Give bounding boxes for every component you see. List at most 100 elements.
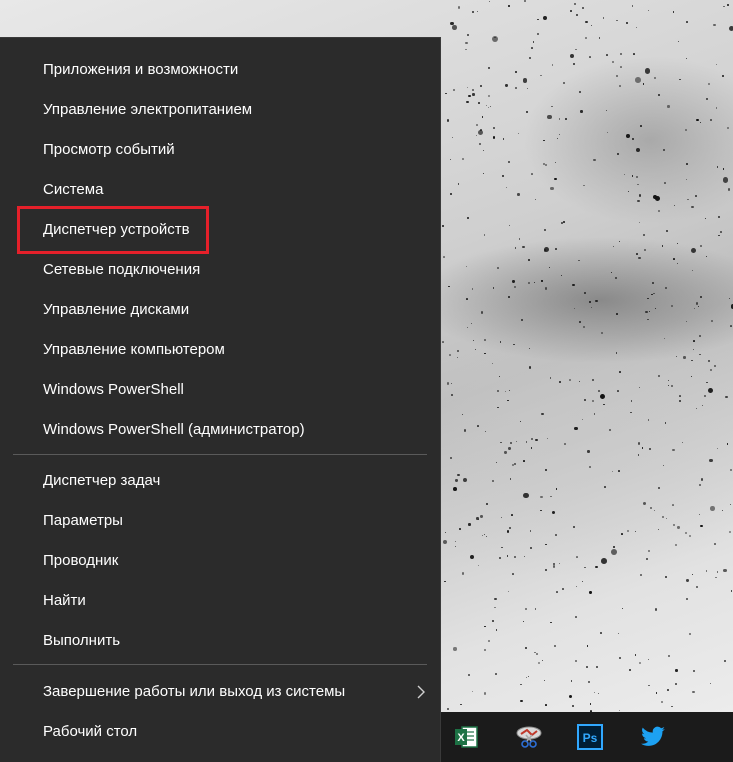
- menu-item-task-manager[interactable]: Диспетчер задач: [0, 461, 440, 501]
- wallpaper-star: [671, 503, 674, 506]
- wallpaper-star: [515, 441, 517, 443]
- menu-item-shutdown-signout[interactable]: Завершение работы или выход из системы: [0, 672, 440, 712]
- menu-item-powershell[interactable]: Windows PowerShell: [0, 370, 440, 410]
- menu-item-event-viewer[interactable]: Просмотр событий: [0, 130, 440, 170]
- wallpaper-star: [468, 523, 471, 526]
- wallpaper-star: [488, 67, 490, 69]
- wallpaper-star: [450, 394, 453, 397]
- wallpaper-star: [722, 5, 725, 8]
- menu-item-powershell-admin[interactable]: Windows PowerShell (администратор): [0, 410, 440, 450]
- wallpaper-star: [545, 704, 547, 706]
- snipping-tool-icon: [516, 726, 542, 748]
- wallpaper-star: [638, 661, 641, 664]
- taskbar-twitter-button[interactable]: [627, 712, 675, 762]
- wallpaper-star: [545, 287, 548, 290]
- wallpaper-star: [550, 186, 554, 191]
- taskbar-snipping-button[interactable]: [503, 712, 551, 762]
- wallpaper-star: [521, 319, 523, 321]
- wallpaper-star: [497, 406, 499, 409]
- wallpaper-star: [454, 541, 456, 543]
- wallpaper-star: [722, 177, 729, 184]
- menu-item-file-explorer[interactable]: Проводник: [0, 541, 440, 581]
- wallpaper-star: [543, 246, 550, 253]
- wallpaper-star: [505, 187, 507, 189]
- wallpaper-star: [500, 441, 502, 444]
- wallpaper-star: [716, 447, 718, 449]
- wallpaper-star: [685, 178, 688, 181]
- wallpaper-star: [591, 25, 593, 27]
- wallpaper-star: [528, 675, 530, 677]
- wallpaper-star: [689, 632, 692, 636]
- wallpaper-star: [549, 267, 551, 269]
- wallpaper-star: [556, 591, 558, 593]
- wallpaper-star: [528, 347, 530, 350]
- wallpaper-star: [547, 114, 552, 120]
- wallpaper-star: [623, 174, 626, 176]
- menu-item-search[interactable]: Найти: [0, 581, 440, 621]
- wallpaper-star: [458, 527, 461, 530]
- menu-item-disk-management[interactable]: Управление дисками: [0, 290, 440, 330]
- wallpaper-star: [632, 138, 635, 141]
- wallpaper-star: [696, 407, 698, 409]
- menu-item-apps-features[interactable]: Приложения и возможности: [0, 50, 440, 90]
- wallpaper-star: [543, 139, 546, 142]
- wallpaper-star: [716, 63, 718, 65]
- wallpaper-star: [695, 586, 698, 589]
- wallpaper-star: [693, 307, 695, 309]
- menu-item-power-options[interactable]: Управление электропитанием: [0, 90, 440, 130]
- wallpaper-star: [599, 394, 605, 400]
- wallpaper-star: [658, 210, 661, 213]
- wallpaper-star: [635, 26, 638, 29]
- wallpaper-star: [570, 680, 573, 683]
- wallpaper-star: [476, 517, 479, 520]
- wallpaper-star: [525, 441, 528, 443]
- wallpaper-star: [538, 661, 541, 665]
- wallpaper-star: [619, 657, 622, 660]
- menu-item-computer-management[interactable]: Управление компьютером: [0, 330, 440, 370]
- wallpaper-star: [517, 193, 520, 196]
- wallpaper-star: [613, 545, 616, 548]
- wallpaper-star: [465, 297, 468, 300]
- wallpaper-star: [492, 479, 495, 483]
- menu-item-network-connections[interactable]: Сетевые подключения: [0, 250, 440, 290]
- wallpaper-star: [617, 390, 619, 392]
- wallpaper-star: [605, 109, 607, 111]
- wallpaper-star: [654, 608, 658, 611]
- wallpaper-star: [555, 488, 558, 490]
- wallpaper-star: [661, 701, 664, 704]
- wallpaper-star: [587, 450, 590, 453]
- taskbar-photoshop-button[interactable]: Ps: [565, 712, 613, 762]
- wallpaper-star: [575, 14, 579, 17]
- wallpaper-star: [672, 11, 675, 13]
- wallpaper-star: [595, 565, 598, 569]
- wallpaper-star: [634, 77, 641, 83]
- wallpaper-star: [633, 52, 636, 55]
- wallpaper-star: [604, 485, 606, 488]
- wallpaper-star: [540, 509, 542, 512]
- photoshop-icon: Ps: [577, 724, 603, 750]
- wallpaper-star: [615, 75, 618, 78]
- wallpaper-star: [508, 447, 511, 450]
- wallpaper-star: [647, 9, 649, 11]
- menu-item-desktop[interactable]: Рабочий стол: [0, 712, 440, 752]
- wallpaper-star: [549, 376, 552, 379]
- wallpaper-star: [453, 88, 456, 91]
- menu-item-run[interactable]: Выполнить: [0, 621, 440, 661]
- wallpaper-star: [619, 371, 622, 373]
- wallpaper-star: [685, 597, 689, 601]
- wallpaper-star: [717, 571, 719, 573]
- taskbar-excel-button[interactable]: X: [441, 712, 489, 762]
- menu-item-system[interactable]: Система: [0, 170, 440, 210]
- wallpaper-star: [453, 487, 458, 491]
- wallpaper-star: [483, 692, 486, 695]
- wallpaper-star: [586, 666, 589, 668]
- wallpaper-star: [447, 382, 450, 385]
- wallpaper-star: [730, 469, 733, 472]
- wallpaper-star: [578, 260, 580, 262]
- menu-item-settings[interactable]: Параметры: [0, 501, 440, 541]
- wallpaper-star: [508, 295, 511, 298]
- wallpaper-star: [721, 509, 724, 512]
- wallpaper-star: [546, 437, 549, 440]
- wallpaper-star: [717, 234, 720, 237]
- wallpaper-star: [522, 492, 529, 499]
